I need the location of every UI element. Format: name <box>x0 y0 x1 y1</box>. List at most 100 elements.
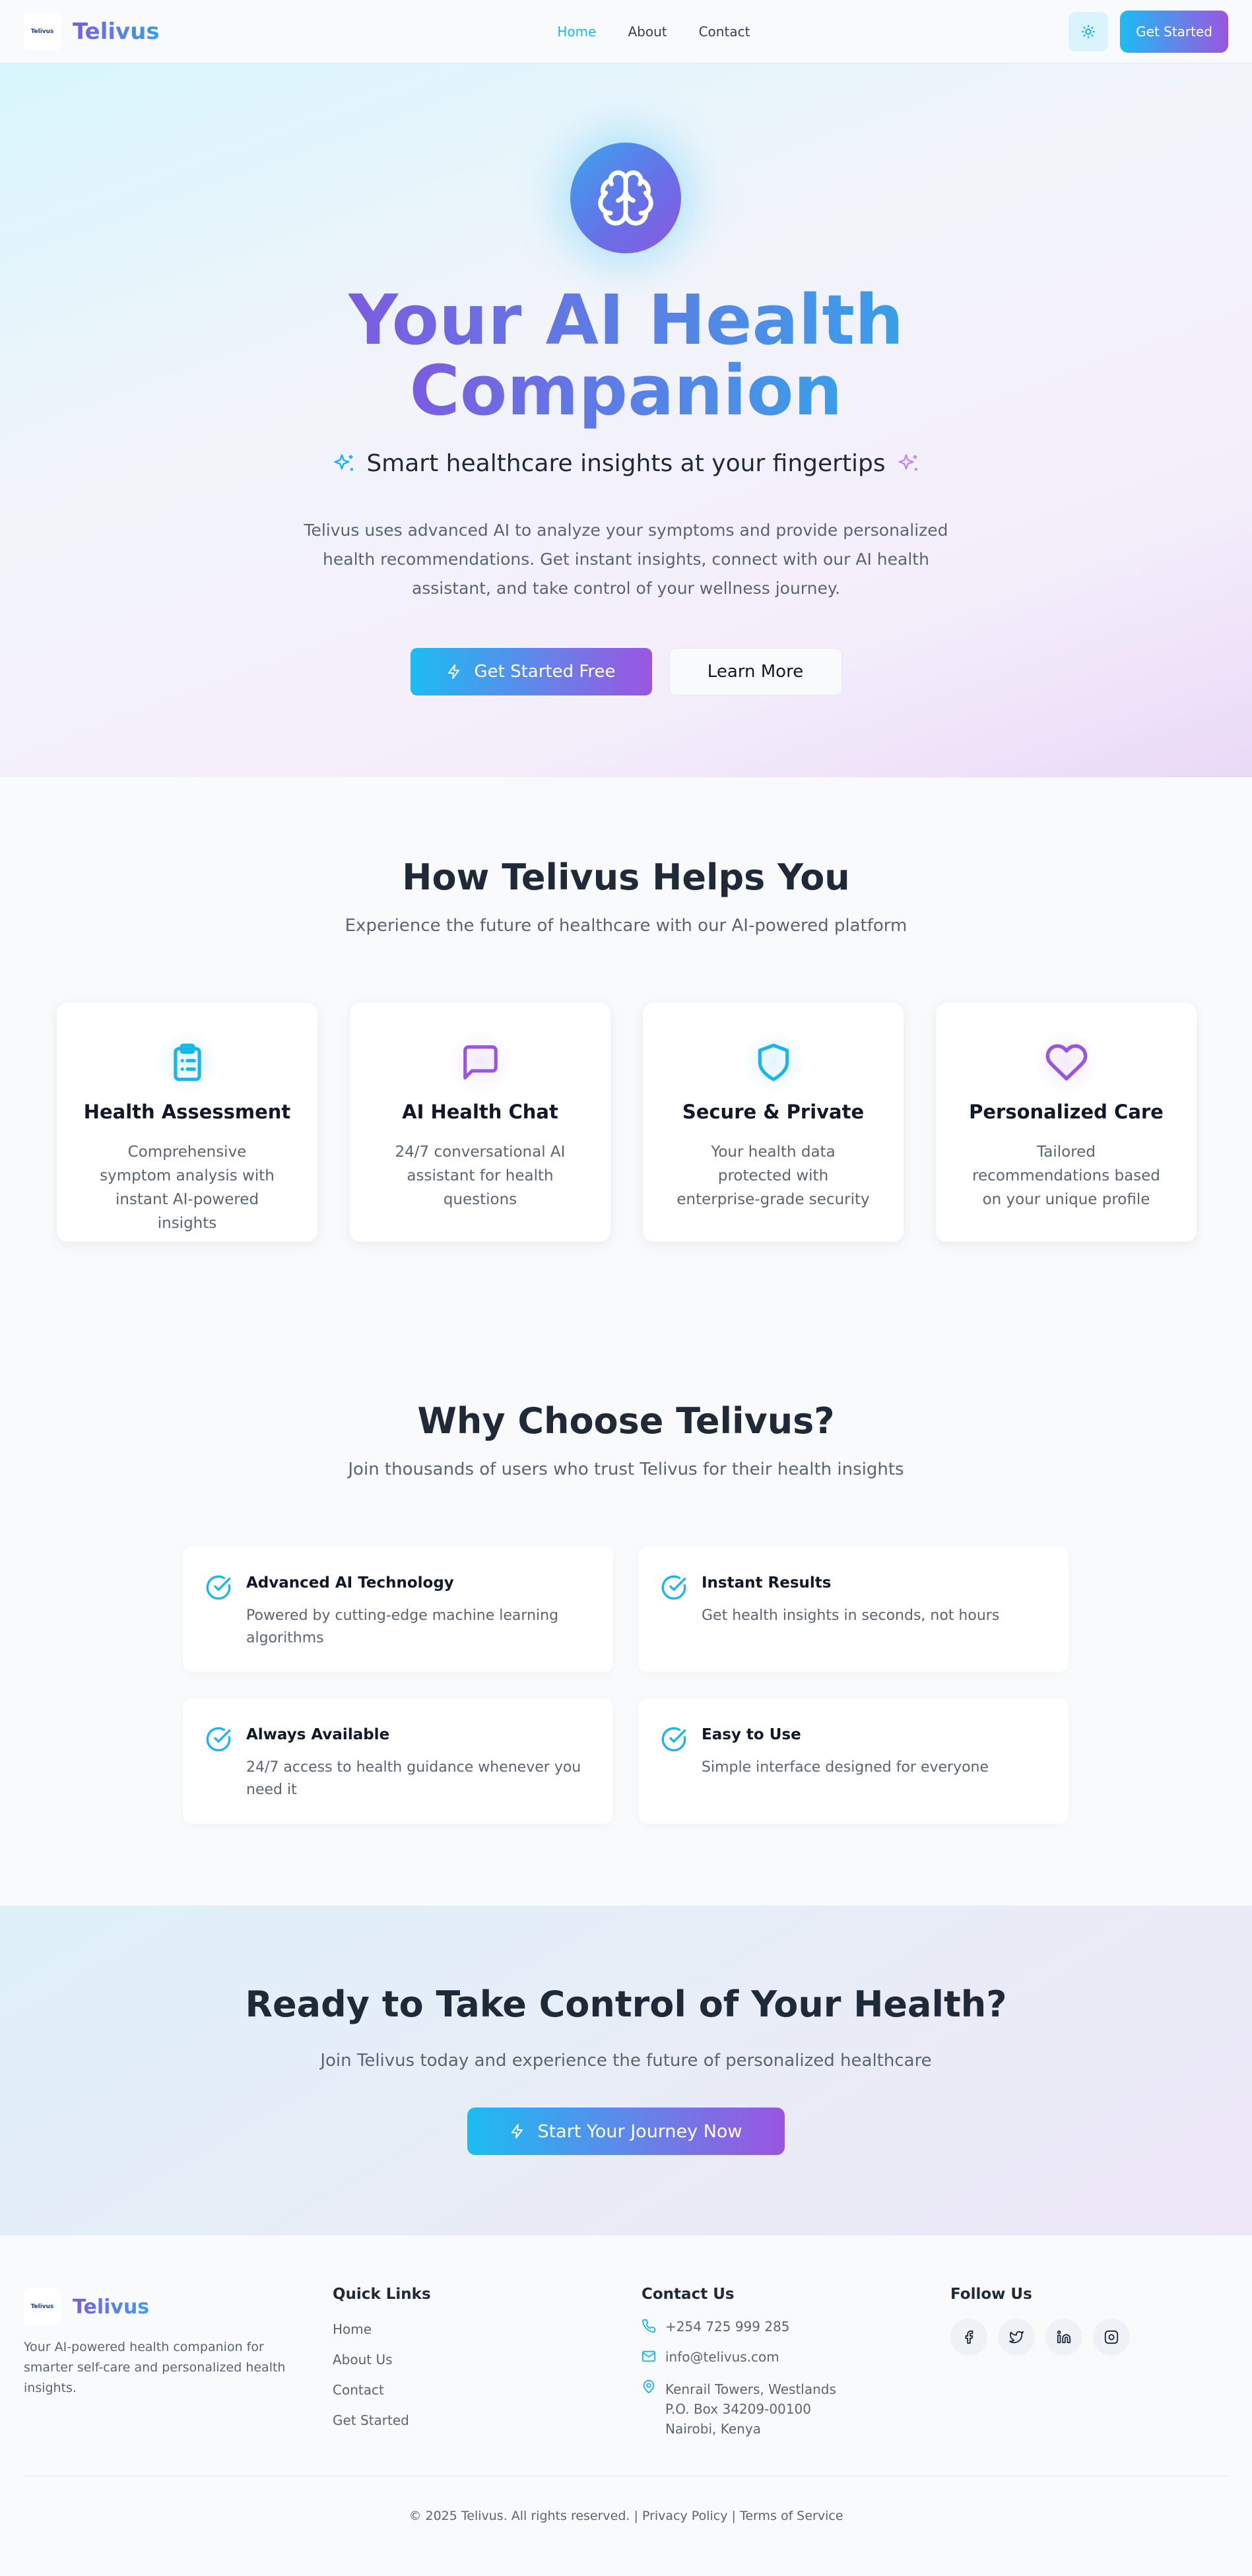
top-nav: Telivus Telivus Home About Contact Get S… <box>0 0 1252 63</box>
footer-brand: Telivus Telivus <box>24 2288 149 2325</box>
terms-of-service-link[interactable]: Terms of Service <box>740 2509 843 2523</box>
feature-card-health-assessment[interactable]: Health Assessment Comprehensive symptom … <box>57 1003 317 1242</box>
nav-link-home[interactable]: Home <box>557 24 596 40</box>
why-card-easy-to-use: Easy to Use Simple interface designed fo… <box>638 1698 1069 1824</box>
check-circle-icon <box>661 1727 686 1752</box>
footer-logo: Telivus <box>24 2288 61 2325</box>
map-pin-icon <box>643 2379 655 2394</box>
feature-description: Comprehensive symptom analysis with inst… <box>100 1143 275 1232</box>
zap-icon <box>511 2124 523 2139</box>
why-item-description: Powered by cutting-edge machine learning… <box>246 1607 559 1646</box>
why-card-always-available: Always Available 24/7 access to health g… <box>183 1698 613 1824</box>
feature-description: 24/7 conversational AI assistant for hea… <box>395 1143 566 1208</box>
separator: | <box>731 2509 736 2523</box>
sparkles-icon <box>334 453 354 470</box>
address-line: Kenrail Towers, Westlands <box>665 2381 836 2397</box>
why-item-title: Easy to Use <box>702 1726 801 1743</box>
feature-card-secure-private[interactable]: Secure & Private Your health data protec… <box>643 1003 904 1242</box>
cta-section: Ready to Take Control of Your Health? Jo… <box>0 1906 1252 2236</box>
heart-icon <box>1045 1044 1088 1081</box>
why-subtitle: Join thousands of users who trust Telivu… <box>348 1460 904 1479</box>
why-title: Why Choose Telivus? <box>417 1400 835 1442</box>
hero-title-line1: Your AI Health <box>348 280 904 360</box>
start-journey-button[interactable]: Start Your Journey Now <box>467 2108 785 2155</box>
hero-section: Your AI Health Companion Smart healthcar… <box>0 63 1252 777</box>
contact-phone[interactable]: +254 725 999 285 <box>642 2319 836 2334</box>
why-item-title: Always Available <box>246 1726 390 1743</box>
why-item-description: 24/7 access to health guidance whenever … <box>246 1759 581 1798</box>
get-started-free-label: Get Started Free <box>474 662 616 682</box>
phone-icon <box>642 2319 656 2333</box>
footer-quick-links: Quick Links Home About Us Contact Get St… <box>333 2286 431 2428</box>
why-item-description: Simple interface designed for everyone <box>702 1759 989 1776</box>
linkedin-button[interactable] <box>1045 2319 1082 2356</box>
footer-brand-name: Telivus <box>73 2295 150 2319</box>
instagram-icon <box>1104 2330 1119 2344</box>
instagram-button[interactable] <box>1093 2319 1130 2356</box>
contact-email-text: info@telivus.com <box>665 2349 779 2365</box>
feature-card-personalized-care[interactable]: Personalized Care Tailored recommendatio… <box>936 1003 1197 1242</box>
twitter-button[interactable] <box>998 2319 1035 2356</box>
learn-more-button[interactable]: Learn More <box>669 648 842 695</box>
footer-brand-link[interactable]: Telivus Telivus <box>24 2288 149 2325</box>
contact-email[interactable]: info@telivus.com <box>642 2349 836 2365</box>
contact-address: Kenrail Towers, Westlands P.O. Box 34209… <box>642 2379 836 2439</box>
footer-logo-text: Telivus <box>30 2303 54 2310</box>
sun-icon <box>1082 24 1096 38</box>
feature-title: Secure & Private <box>682 1101 865 1123</box>
brand[interactable]: Telivus Telivus <box>24 13 160 50</box>
cta-title: Ready to Take Control of Your Health? <box>245 1983 1007 2025</box>
why-item-description: Get health insights in seconds, not hour… <box>702 1607 1000 1624</box>
footer-link-about[interactable]: About Us <box>333 2352 431 2367</box>
privacy-policy-link[interactable]: Privacy Policy <box>642 2509 727 2523</box>
hero-tagline-text: Smart healthcare insights at your finger… <box>366 450 886 477</box>
start-journey-label: Start Your Journey Now <box>537 2121 742 2142</box>
logo: Telivus <box>24 13 61 50</box>
hero-description: Telivus uses advanced AI to analyze your… <box>304 521 948 598</box>
why-item-title: Instant Results <box>702 1574 832 1592</box>
facebook-button[interactable] <box>950 2319 987 2356</box>
linkedin-icon <box>1057 2330 1071 2344</box>
facebook-icon <box>965 2330 973 2344</box>
feature-card-ai-health-chat[interactable]: AI Health Chat 24/7 conversational AI as… <box>350 1003 610 1242</box>
hero-buttons: Get Started Free Learn More <box>0 648 1252 695</box>
hero-badge <box>570 143 681 253</box>
address-line: P.O. Box 34209-00100 <box>665 2401 811 2417</box>
footer-follow: Follow Us <box>950 2286 1130 2356</box>
feature-description: Tailored recommendations based on your u… <box>972 1143 1160 1208</box>
why-card-advanced-ai: Advanced AI Technology Powered by cuttin… <box>183 1547 613 1672</box>
twitter-icon <box>1009 2331 1024 2344</box>
cta-subtitle: Join Telivus today and experience the fu… <box>320 2051 932 2071</box>
zap-icon <box>448 664 460 679</box>
hero-tagline: Smart healthcare insights at your finger… <box>0 450 1252 477</box>
feature-icon-wrap <box>1034 1029 1100 1095</box>
feature-title: Personalized Care <box>969 1101 1164 1123</box>
check-circle-icon <box>661 1575 686 1600</box>
hero-title: Your AI Health Companion <box>0 284 1252 426</box>
sparkles-icon <box>898 453 917 470</box>
feature-icon-wrap <box>154 1029 220 1095</box>
follow-heading: Follow Us <box>950 2286 1032 2303</box>
clipboard-icon <box>174 1043 201 1081</box>
features-title: How Telivus Helps You <box>402 856 850 898</box>
separator: | <box>634 2509 638 2523</box>
get-started-button[interactable]: Get Started <box>1120 10 1228 53</box>
theme-toggle-button[interactable] <box>1069 11 1109 51</box>
brand-name: Telivus <box>73 18 160 45</box>
footer-link-home[interactable]: Home <box>333 2321 431 2337</box>
feature-icon-wrap <box>741 1029 807 1095</box>
address-line: Nairobi, Kenya <box>665 2421 761 2437</box>
footer-link-contact[interactable]: Contact <box>333 2382 431 2398</box>
check-circle-icon <box>206 1727 231 1752</box>
footer-contact: Contact Us +254 725 999 285 info@telivus… <box>642 2286 836 2439</box>
nav-link-about[interactable]: About <box>628 24 667 40</box>
footer: Telivus Telivus Your AI-powered health c… <box>0 2236 1252 2576</box>
feature-title: AI Health Chat <box>402 1101 558 1123</box>
nav-link-contact[interactable]: Contact <box>699 24 750 40</box>
feature-title: Health Assessment <box>83 1101 291 1123</box>
copyright: © 2025 Telivus. All rights reserved. <box>409 2509 630 2523</box>
hero-title-line2: Companion <box>409 350 843 432</box>
footer-link-get-started[interactable]: Get Started <box>333 2412 431 2428</box>
get-started-free-button[interactable]: Get Started Free <box>410 648 652 695</box>
why-card-instant-results: Instant Results Get health insights in s… <box>638 1547 1069 1672</box>
